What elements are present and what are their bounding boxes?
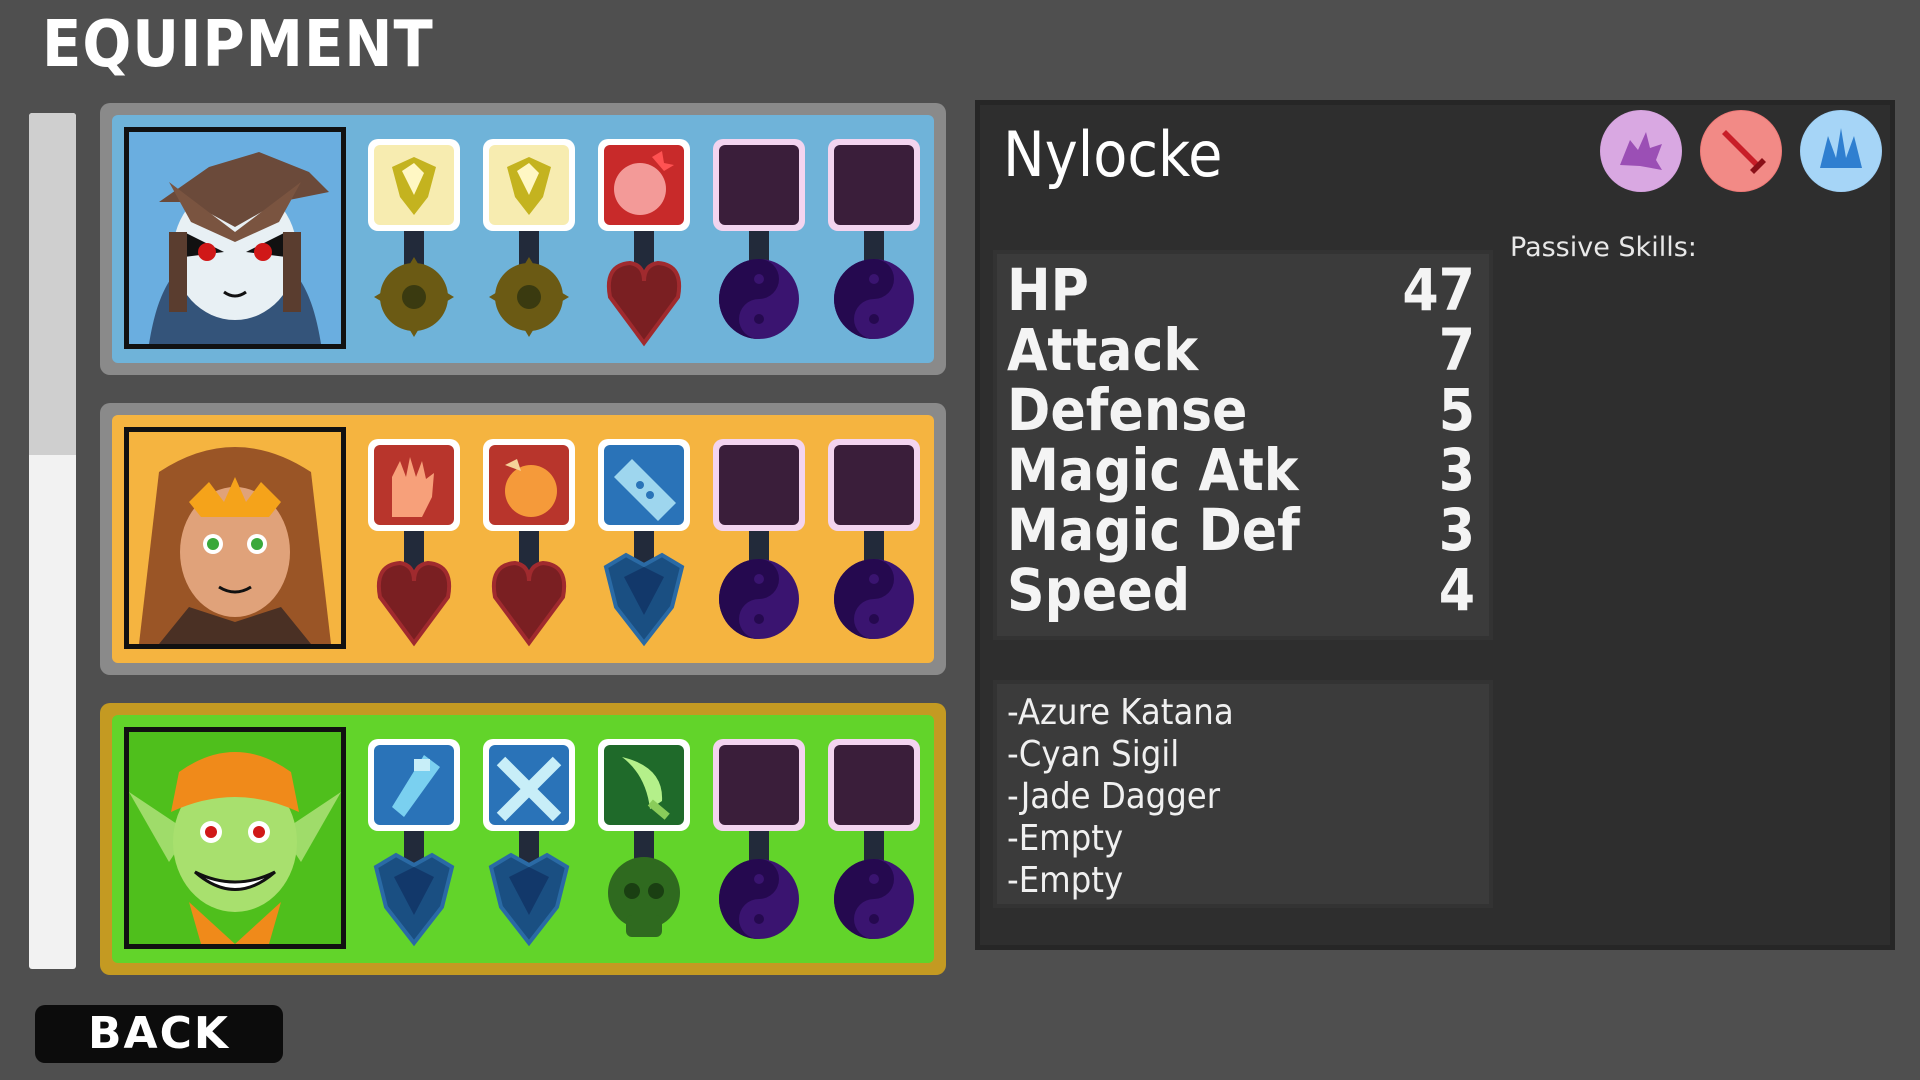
empty-slot [834, 145, 914, 225]
bandage-icon [604, 445, 684, 525]
heart-icon [492, 560, 566, 647]
stats-box: HP 47 Attack 7 Defense 5 Magic Atk 3 Mag… [993, 250, 1493, 640]
yin-yang-icon [719, 859, 799, 939]
azure-katana-icon [374, 745, 454, 825]
empty-slot [719, 745, 799, 825]
stat-row-defense: Defense 5 [1007, 376, 1475, 444]
yin-yang-icon [719, 259, 799, 339]
stat-label: Speed [1007, 556, 1191, 624]
equipment-slot[interactable] [477, 437, 581, 647]
back-button[interactable]: BACK [35, 1005, 283, 1063]
stat-label: Magic Atk [1007, 436, 1299, 504]
equipment-slot[interactable] [822, 737, 926, 947]
avatar-nylocke [124, 127, 346, 349]
equipment-slot[interactable] [592, 137, 696, 347]
party-scrollbar[interactable] [29, 113, 76, 969]
equipment-list-item: -Jade Dagger [1007, 776, 1221, 817]
equipment-slot[interactable] [362, 137, 466, 347]
gear-icon [489, 257, 569, 337]
cyan-sigil-icon [489, 745, 569, 825]
yin-yang-icon [834, 559, 914, 639]
equipment-list-item: -Azure Katana [1007, 692, 1234, 733]
glove-icon [374, 445, 454, 525]
equipment-slot[interactable] [362, 437, 466, 647]
yin-yang-icon [834, 859, 914, 939]
equipment-slot[interactable] [477, 137, 581, 347]
page-title: EQUIPMENT [42, 8, 434, 82]
stat-value: 47 [1402, 256, 1475, 324]
stat-value: 3 [1438, 436, 1475, 504]
equipment-list-item: -Empty [1007, 818, 1124, 859]
stat-row-magic-def: Magic Def 3 [1007, 496, 1475, 564]
stat-row-hp: HP 47 [1007, 256, 1475, 324]
avatar-party-member-2 [124, 427, 346, 649]
passive-skills-label: Passive Skills: [1510, 232, 1697, 263]
equipment-slot[interactable] [822, 137, 926, 347]
character-name: Nylocke [1003, 118, 1223, 191]
stat-row-magic-atk: Magic Atk 3 [1007, 436, 1475, 504]
crystal-icon[interactable] [1800, 110, 1882, 192]
equipment-slot[interactable] [592, 737, 696, 947]
fruit-icon [489, 445, 569, 525]
shield-crest-icon [488, 852, 570, 947]
diamond-shard-icon [374, 145, 454, 225]
shield-crest-icon [603, 552, 685, 647]
heart-icon [607, 260, 681, 347]
stat-row-speed: Speed 4 [1007, 556, 1475, 624]
equipment-slot[interactable] [362, 737, 466, 947]
stat-value: 4 [1438, 556, 1475, 624]
stat-label: Magic Def [1007, 496, 1300, 564]
stat-value: 7 [1438, 316, 1475, 384]
stat-label: HP [1007, 256, 1089, 324]
avatar-party-member-3 [124, 727, 346, 949]
stat-value: 3 [1438, 496, 1475, 564]
skull-icon [608, 857, 680, 937]
yin-yang-icon [719, 559, 799, 639]
jade-dagger-icon [604, 745, 684, 825]
heart-icon [377, 560, 451, 647]
equipment-list-item: -Cyan Sigil [1007, 734, 1180, 775]
dragon-icon[interactable] [1600, 110, 1682, 192]
empty-slot [719, 145, 799, 225]
equipment-slot[interactable] [477, 737, 581, 947]
stat-row-attack: Attack 7 [1007, 316, 1475, 384]
equipment-slot[interactable] [707, 737, 811, 947]
gear-icon [374, 257, 454, 337]
empty-slot [719, 445, 799, 525]
stat-label: Attack [1007, 316, 1199, 384]
equipment-slot[interactable] [707, 437, 811, 647]
equipment-slot[interactable] [592, 437, 696, 647]
equipment-slot[interactable] [822, 437, 926, 647]
pomegranate-icon [604, 145, 684, 225]
empty-slot [834, 445, 914, 525]
yin-yang-icon [834, 259, 914, 339]
stat-label: Defense [1007, 376, 1248, 444]
shield-crest-icon [373, 852, 455, 947]
equipment-slot[interactable] [707, 137, 811, 347]
sword-icon[interactable] [1700, 110, 1782, 192]
diamond-shard-icon [489, 145, 569, 225]
scrollbar-thumb[interactable] [29, 113, 76, 456]
equipment-list-item: -Empty [1007, 860, 1124, 901]
stat-value: 5 [1438, 376, 1475, 444]
empty-slot [834, 745, 914, 825]
equipment-list: -Azure Katana -Cyan Sigil -Jade Dagger -… [993, 680, 1493, 908]
